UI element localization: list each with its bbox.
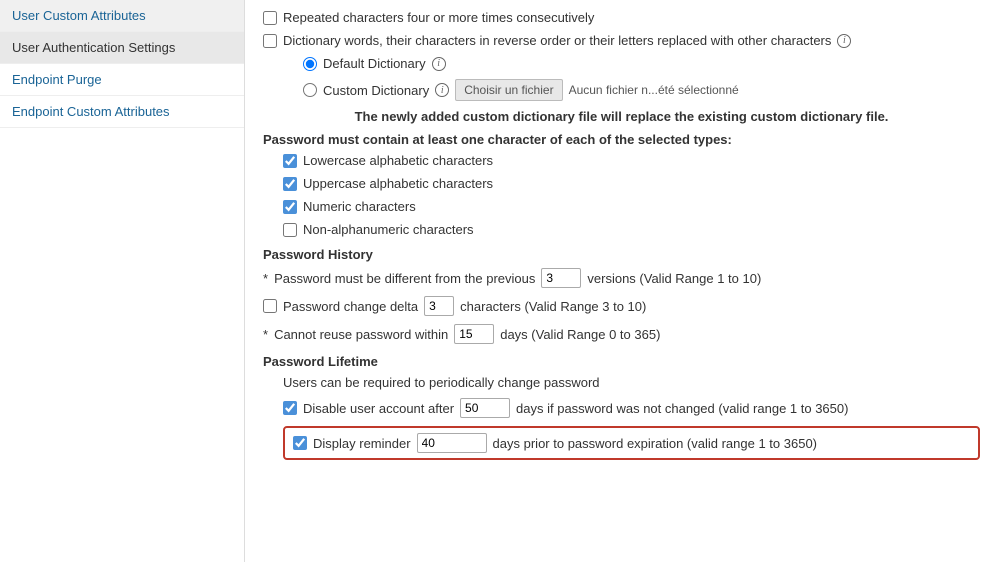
lowercase-label: Lowercase alphabetic characters [303,153,493,168]
sidebar: User Custom Attributes User Authenticati… [0,0,245,562]
default-dictionary-label: Default Dictionary [323,56,426,71]
custom-dictionary-radio[interactable] [303,83,317,97]
nonalpha-checkbox[interactable] [283,223,297,237]
file-status-text: Aucun fichier n...été sélectionné [569,83,739,97]
repeated-characters-checkbox[interactable] [263,11,277,25]
dictionary-words-info-icon[interactable]: i [837,34,851,48]
pw-disable-row: Disable user account after days if passw… [283,398,980,418]
repeated-characters-label: Repeated characters four or more times c… [283,10,594,25]
numeric-label: Numeric characters [303,199,416,214]
numeric-checkbox[interactable] [283,200,297,214]
pw-change-delta-input[interactable] [424,296,454,316]
default-dictionary-radio[interactable] [303,57,317,71]
pw-versions-input[interactable] [541,268,581,288]
dictionary-notice: The newly added custom dictionary file w… [263,109,980,124]
sidebar-item-user-authentication-settings[interactable]: User Authentication Settings [0,32,244,64]
dictionary-words-checkbox[interactable] [263,34,277,48]
main-content: Repeated characters four or more times c… [245,0,998,562]
password-lifetime-header: Password Lifetime [263,354,980,369]
lowercase-checkbox[interactable] [283,154,297,168]
pw-change-delta-row: Password change delta characters (Valid … [263,296,980,316]
pw-reuse-input[interactable] [454,324,494,344]
default-dictionary-info-icon[interactable]: i [432,57,446,71]
uppercase-label: Uppercase alphabetic characters [303,176,493,191]
reuse-asterisk: * [263,327,268,342]
uppercase-checkbox[interactable] [283,177,297,191]
pw-disable-suffix: days if password was not changed (valid … [516,401,848,416]
pw-reminder-suffix: days prior to password expiration (valid… [493,436,817,451]
custom-dictionary-row: Custom Dictionary i Choisir un fichier A… [303,79,980,101]
pw-change-delta-suffix: characters (Valid Range 3 to 10) [460,299,646,314]
pw-versions-prefix: Password must be different from the prev… [274,271,535,286]
default-dictionary-row: Default Dictionary i [303,56,980,71]
pw-change-delta-label: Password change delta [283,299,418,314]
display-reminder-checkbox[interactable] [293,436,307,450]
disable-account-checkbox[interactable] [283,401,297,415]
password-history-header: Password History [263,247,980,262]
dictionary-words-row: Dictionary words, their characters in re… [263,33,980,48]
lowercase-row: Lowercase alphabetic characters [283,153,980,168]
pw-reuse-prefix: Cannot reuse password within [274,327,448,342]
pw-reminder-prefix: Display reminder [313,436,411,451]
pw-versions-suffix: versions (Valid Range 1 to 10) [587,271,761,286]
sidebar-item-user-custom-attributes[interactable]: User Custom Attributes [0,0,244,32]
sidebar-item-endpoint-purge[interactable]: Endpoint Purge [0,64,244,96]
pw-disable-prefix: Disable user account after [303,401,454,416]
nonalpha-label: Non-alphanumeric characters [303,222,474,237]
pw-versions-row: * Password must be different from the pr… [263,268,980,288]
uppercase-row: Uppercase alphabetic characters [283,176,980,191]
change-delta-checkbox[interactable] [263,299,277,313]
numeric-row: Numeric characters [283,199,980,214]
choose-file-button[interactable]: Choisir un fichier [455,79,562,101]
custom-dictionary-info-icon[interactable]: i [435,83,449,97]
password-must-label: Password must contain at least one chara… [263,132,980,147]
pw-reminder-row: Display reminder days prior to password … [283,426,980,460]
repeated-characters-row: Repeated characters four or more times c… [263,10,980,25]
pw-lifetime-desc-row: Users can be required to periodically ch… [283,375,980,390]
pw-reminder-input[interactable] [417,433,487,453]
pw-lifetime-desc: Users can be required to periodically ch… [283,375,600,390]
pw-reuse-suffix: days (Valid Range 0 to 365) [500,327,660,342]
nonalpha-row: Non-alphanumeric characters [283,222,980,237]
dictionary-words-label: Dictionary words, their characters in re… [283,33,831,48]
custom-dictionary-label: Custom Dictionary [323,83,429,98]
pw-reuse-row: * Cannot reuse password within days (Val… [263,324,980,344]
pw-disable-input[interactable] [460,398,510,418]
versions-asterisk: * [263,271,268,286]
sidebar-item-endpoint-custom-attributes[interactable]: Endpoint Custom Attributes [0,96,244,128]
